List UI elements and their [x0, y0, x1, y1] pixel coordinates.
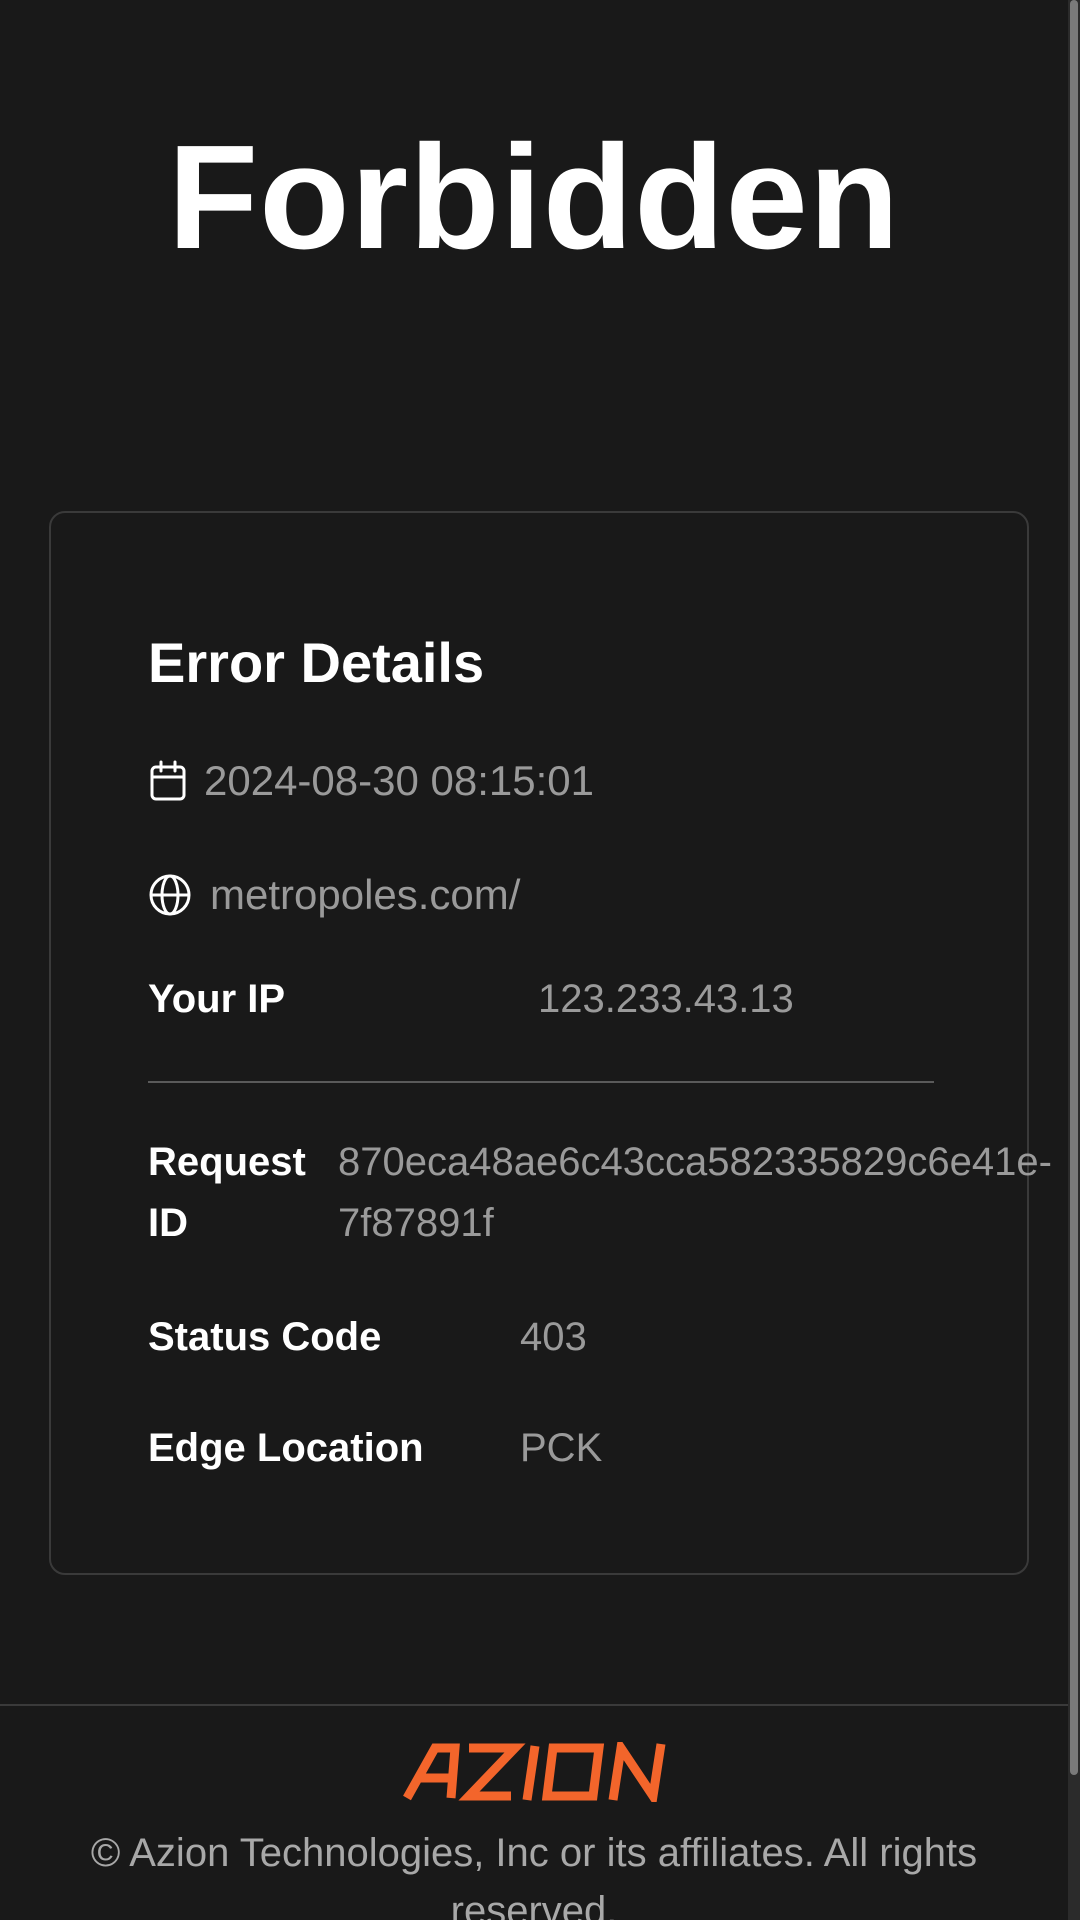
- footer: © Azion Technologies, Inc or its affilia…: [0, 1704, 1068, 1920]
- url-value: metropoles.com/: [210, 871, 521, 918]
- status-code-label: Status Code: [148, 1315, 382, 1359]
- request-id-label: Request ID: [148, 1140, 306, 1245]
- globe-icon: [148, 873, 192, 917]
- error-details-card: Error Details 2024-08-30 08:15:01 metrop…: [49, 511, 1052, 1575]
- calendar-icon: [148, 759, 188, 803]
- error-page: Forbidden Error Details 2024-08-30 08:15…: [0, 0, 1080, 1920]
- error-details-heading: Error Details: [148, 631, 485, 694]
- vertical-scrollbar[interactable]: [1068, 0, 1080, 1920]
- request-id-value: 870eca48ae6c43cca582335829c6e41e- 7f8789…: [338, 1140, 1052, 1245]
- your-ip-value: 123.233.43.13: [538, 977, 794, 1021]
- url-row: metropoles.com/: [148, 868, 520, 922]
- edge-location-label: Edge Location: [148, 1426, 424, 1470]
- divider: [148, 1081, 934, 1083]
- timestamp-row: 2024-08-30 08:15:01: [148, 754, 594, 808]
- scrollbar-thumb[interactable]: [1070, 0, 1078, 1775]
- edge-location-value: PCK: [520, 1426, 603, 1470]
- status-code-value: 403: [520, 1315, 587, 1359]
- azion-logo[interactable]: [403, 1735, 681, 1809]
- your-ip-label: Your IP: [148, 977, 286, 1021]
- copyright-text: © Azion Technologies, Inc or its affilia…: [90, 1831, 978, 1920]
- timestamp-value: 2024-08-30 08:15:01: [204, 757, 594, 804]
- page-title: Forbidden: [167, 115, 901, 280]
